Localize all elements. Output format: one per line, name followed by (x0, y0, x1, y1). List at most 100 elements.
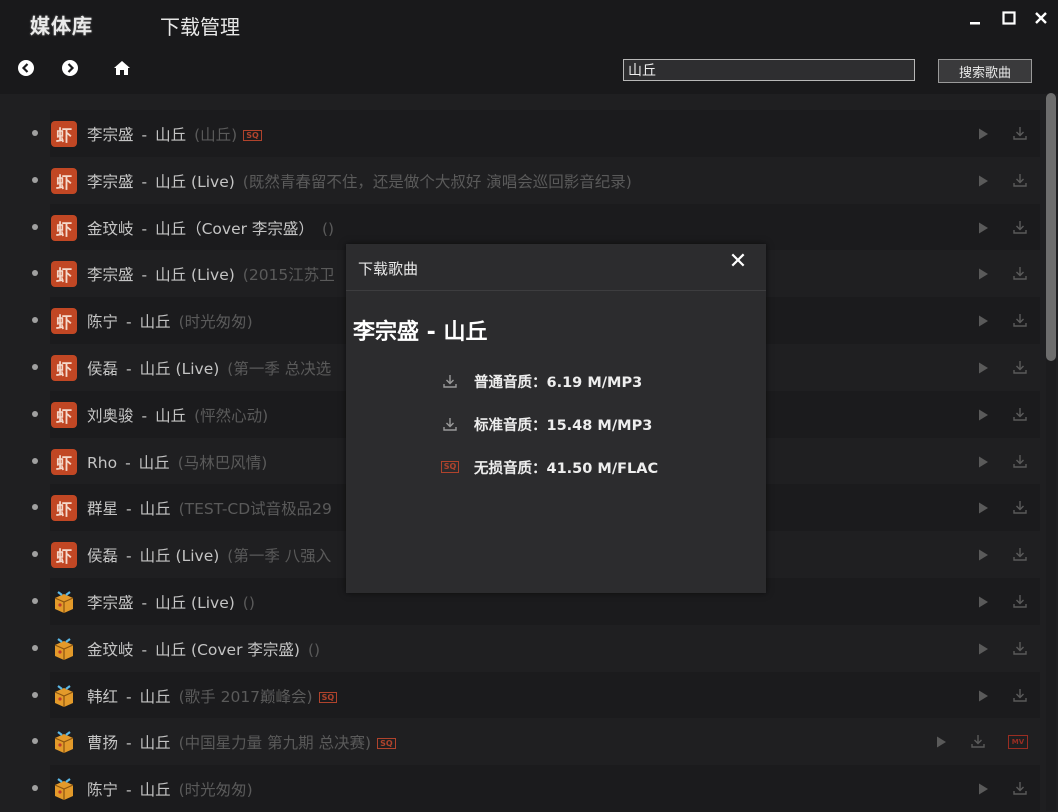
album-name: (第一季 八强入 (227, 547, 332, 566)
download-icon[interactable] (1012, 359, 1028, 375)
separator: - (126, 313, 132, 332)
close-window-button[interactable] (1031, 8, 1051, 28)
bullet (32, 597, 38, 604)
back-button[interactable] (16, 58, 36, 78)
download-icon[interactable] (1012, 172, 1028, 188)
scrollbar[interactable] (1046, 93, 1056, 811)
song-row[interactable]: 金玟岐 - 山丘 (Cover 李宗盛) () (0, 625, 1040, 672)
search-input[interactable] (623, 59, 915, 81)
song-title: 山丘 (Live) (155, 172, 235, 191)
play-icon[interactable] (976, 126, 990, 140)
song-info: 金玟岐 - 山丘（Cover 李宗盛） () (87, 217, 334, 239)
play-icon[interactable] (976, 313, 990, 327)
separator: - (141, 406, 148, 425)
box-source-icon (51, 729, 77, 755)
artist-name: 侯磊 (87, 359, 119, 378)
bullet (32, 317, 38, 324)
song-info: 李宗盛 - 山丘 (Live) () (87, 591, 255, 613)
download-option-normal[interactable]: 普通音质：6.19 M/MP3 (442, 370, 642, 392)
play-icon[interactable] (976, 594, 990, 608)
song-row[interactable]: 韩红 - 山丘 (歌手 2017巅峰会) SQ (0, 671, 1040, 719)
maximize-icon (1002, 11, 1016, 25)
play-icon[interactable] (976, 266, 990, 280)
play-icon[interactable] (976, 500, 990, 514)
song-info: 李宗盛 - 山丘 (Live) (既然青春留不住，还是做个大叔好 演唱会巡回影音纪录) (87, 170, 632, 192)
download-icon[interactable] (1012, 265, 1028, 281)
title-bar (0, 0, 1058, 50)
song-info: 李宗盛 - 山丘 (Live) (2015江苏卫 (87, 263, 335, 285)
song-info: 陈宁 - 山丘 (时光匆匆) (87, 310, 253, 332)
download-icon[interactable] (1012, 546, 1028, 562)
separator: - (141, 172, 148, 191)
download-icon[interactable] (1012, 125, 1028, 141)
play-icon[interactable] (976, 781, 990, 795)
download-option-lossless[interactable]: SQ 无损音质：41.50 M/FLAC (440, 456, 658, 478)
play-icon[interactable] (934, 734, 948, 748)
song-title: 山丘 (139, 781, 171, 800)
download-icon[interactable] (1012, 312, 1028, 328)
play-icon[interactable] (976, 547, 990, 561)
album-name: () (321, 219, 335, 238)
play-icon[interactable] (976, 454, 990, 468)
song-info: 李宗盛 - 山丘 (山丘) SQ (87, 123, 262, 145)
song-title: 山丘 (139, 313, 171, 332)
play-icon[interactable] (976, 220, 990, 234)
play-icon[interactable] (976, 173, 990, 187)
download-icon (442, 373, 458, 389)
download-option-standard[interactable]: 标准音质：15.48 M/MP3 (442, 413, 652, 435)
forward-button[interactable] (60, 58, 80, 78)
play-icon[interactable] (976, 688, 990, 702)
bullet (32, 691, 38, 698)
mv-badge[interactable]: MV (1008, 735, 1028, 750)
bullet (32, 551, 38, 558)
download-icon[interactable] (1012, 453, 1028, 469)
play-icon[interactable] (976, 641, 990, 655)
song-row[interactable]: 虾李宗盛 - 山丘 (山丘) SQ (0, 110, 1040, 157)
song-title: 山丘 (155, 406, 187, 425)
xiami-source-icon: 虾 (51, 495, 77, 522)
tab-download-manager[interactable]: 下载管理 (160, 11, 240, 40)
separator: - (126, 359, 132, 378)
artist-name: 李宗盛 (87, 172, 134, 191)
dialog-close-button[interactable]: ✕ (728, 251, 748, 273)
artist-name: 金玟岐 (87, 219, 134, 238)
play-icon[interactable] (976, 360, 990, 374)
song-row[interactable]: 陈宁 - 山丘 (时光匆匆) (0, 765, 1040, 812)
tab-media-library[interactable]: 媒体库 (30, 10, 93, 39)
album-name: (歌手 2017巅峰会) (178, 687, 313, 706)
download-icon[interactable] (1012, 780, 1028, 796)
separator: - (141, 219, 148, 238)
home-button[interactable] (112, 58, 132, 78)
song-title: 山丘 (Live) (155, 266, 235, 285)
album-name: (怦然心动) (194, 406, 269, 425)
song-info: 曹扬 - 山丘 (中国星力量 第九期 总决赛) SQ (87, 731, 396, 753)
download-icon[interactable] (1012, 593, 1028, 609)
download-icon[interactable] (1012, 219, 1028, 235)
play-icon[interactable] (976, 407, 990, 421)
search-songs-button[interactable]: 搜索歌曲 (938, 59, 1032, 83)
song-row[interactable]: 虾李宗盛 - 山丘 (Live) (既然青春留不住，还是做个大叔好 演唱会巡回影音纪录… (0, 157, 1040, 204)
download-icon[interactable] (1012, 499, 1028, 515)
dialog-song-title: 李宗盛 - 山丘 (353, 320, 488, 345)
box-source-icon (51, 776, 77, 802)
sq-badge-icon: SQ (440, 459, 460, 475)
artist-name: 刘奥骏 (87, 406, 134, 425)
minimize-button[interactable] (965, 8, 985, 28)
scroll-thumb[interactable] (1046, 93, 1056, 361)
maximize-button[interactable] (999, 8, 1019, 28)
album-name: (时光匆匆) (178, 781, 253, 800)
album-name: (第一季 总决选 (227, 359, 332, 378)
download-icon[interactable] (1012, 406, 1028, 422)
song-row[interactable]: 曹扬 - 山丘 (中国星力量 第九期 总决赛) SQ MV (0, 718, 1040, 765)
artist-name: 曹扬 (87, 734, 119, 753)
download-icon[interactable] (1012, 640, 1028, 656)
song-title: 山丘 (139, 734, 171, 753)
download-icon[interactable] (1012, 687, 1028, 703)
song-title: 山丘（Cover 李宗盛） (155, 219, 314, 238)
close-icon (1035, 12, 1047, 24)
separator: - (141, 640, 148, 659)
download-icon[interactable] (970, 733, 986, 749)
sq-badge: SQ (318, 691, 338, 703)
song-title: 山丘 (155, 126, 187, 144)
song-info: 金玟岐 - 山丘 (Cover 李宗盛) () (87, 638, 320, 660)
